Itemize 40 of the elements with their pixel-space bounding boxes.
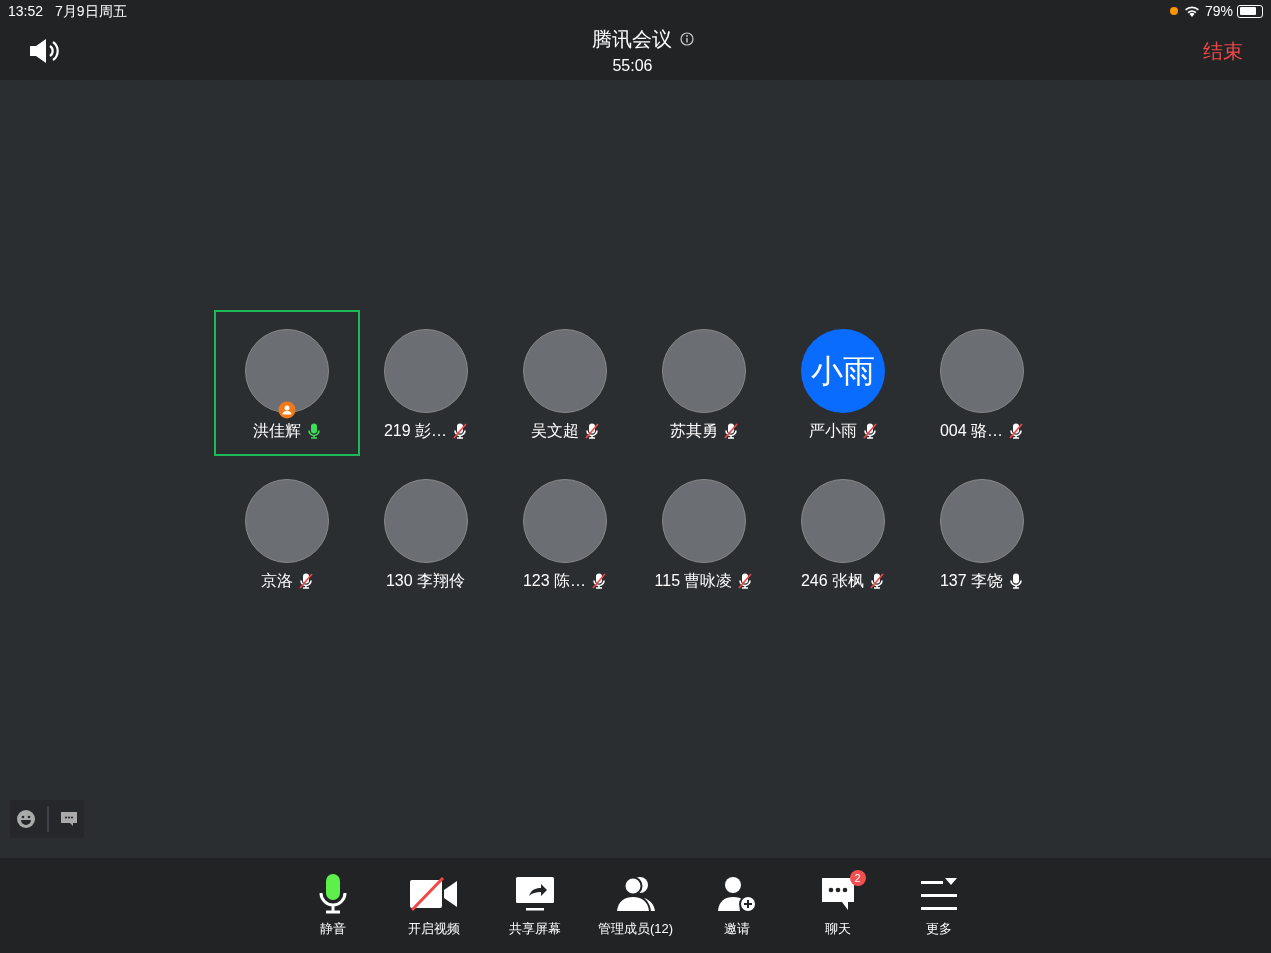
- emoji-icon[interactable]: [15, 809, 36, 829]
- info-icon[interactable]: [679, 32, 694, 46]
- participant-name: 严小雨: [808, 421, 857, 441]
- toolbar-button[interactable]: 静音: [282, 872, 383, 939]
- toolbar-button[interactable]: 邀请: [686, 872, 787, 939]
- meeting-duration: 55:06: [612, 56, 653, 76]
- toolbar-button[interactable]: 2 聊天: [787, 872, 888, 939]
- participant-name: 洪佳辉: [252, 421, 301, 441]
- more-menu-icon: [920, 878, 957, 910]
- participant-name: 130 李翔伶: [385, 571, 466, 591]
- battery-percent: 79%: [1204, 1, 1233, 21]
- participant-name: 京洛: [260, 571, 293, 591]
- toolbar-button[interactable]: 更多: [888, 872, 989, 939]
- status-date: 7月9日周五: [55, 1, 127, 21]
- speaker-icon[interactable]: [28, 38, 62, 64]
- status-time: 13:52: [8, 1, 44, 21]
- unread-badge: 2: [849, 870, 866, 886]
- members-icon: [615, 876, 656, 912]
- invite-icon: [716, 876, 757, 912]
- participant-name: 137 李饶: [939, 571, 1004, 591]
- battery-icon: [1237, 4, 1263, 18]
- toolbar-button[interactable]: 管理成员(12): [585, 872, 686, 939]
- participant-name: 123 陈…: [522, 571, 587, 591]
- participant-name: 246 张枫: [800, 571, 865, 591]
- participant-name: 004 骆…: [939, 421, 1004, 441]
- video-off-icon: [408, 877, 459, 911]
- avatar-initials: 小雨: [800, 329, 885, 413]
- share-screen-icon: [514, 876, 555, 912]
- chat-icon: [819, 876, 856, 912]
- end-meeting-button[interactable]: 结束: [1203, 36, 1243, 66]
- meeting-title: 腾讯会议: [591, 27, 672, 52]
- toolbar-button[interactable]: 开启视频: [383, 872, 484, 939]
- participant-tile[interactable]: 洪佳辉: [213, 310, 360, 456]
- participant-name: 吴文超: [530, 421, 579, 441]
- participant-name: 115 曹咏凌: [654, 571, 733, 591]
- toolbar-button[interactable]: 共享屏幕: [484, 872, 585, 939]
- chat-bubble-icon[interactable]: [60, 811, 79, 827]
- wifi-icon: [1183, 5, 1200, 17]
- participant-name: 219 彭…: [383, 421, 448, 441]
- participant-name: 苏其勇: [669, 421, 718, 441]
